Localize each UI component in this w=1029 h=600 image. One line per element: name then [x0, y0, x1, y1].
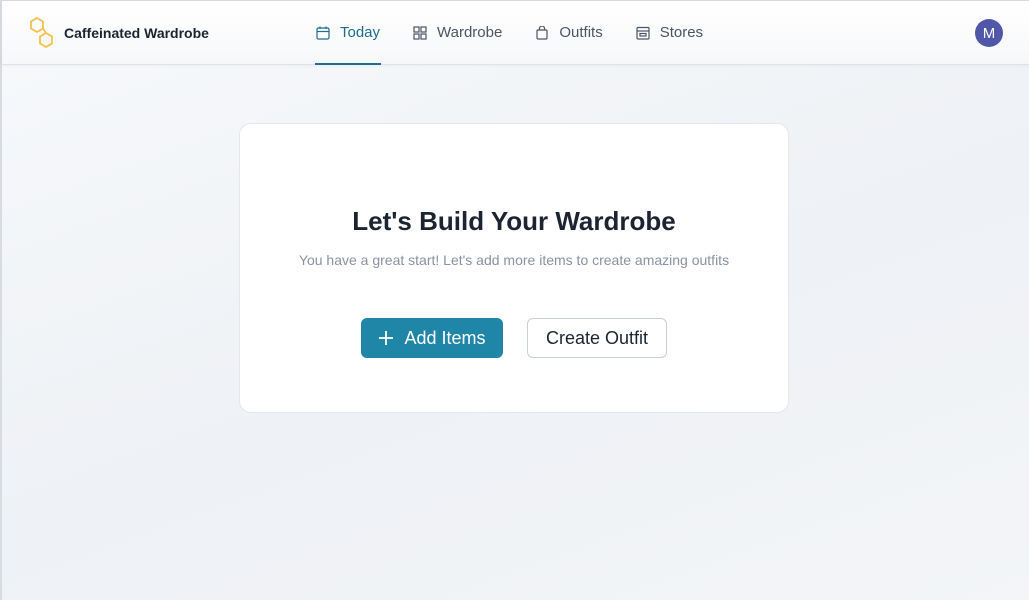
plus-icon	[379, 331, 394, 345]
nav-item-outfits[interactable]: Outfits	[534, 1, 603, 64]
nav-item-label: Today	[340, 24, 381, 41]
empty-state-card: Let's Build Your Wardrobe You have a gre…	[239, 123, 789, 413]
calendar-icon	[316, 26, 330, 40]
card-actions: Add Items Create Outfit	[240, 318, 788, 358]
nav-item-today[interactable]: Today	[315, 1, 382, 65]
brand-name: Caffeinated Wardrobe	[64, 25, 209, 41]
user-avatar[interactable]: M	[975, 19, 1003, 47]
main-nav: Today Wardrobe Outfits Stores	[315, 1, 735, 65]
nav-item-wardrobe[interactable]: Wardrobe	[412, 1, 503, 64]
shopping-bag-icon	[536, 25, 548, 40]
page-subtitle: You have a great start! Let's add more i…	[298, 252, 730, 268]
brand[interactable]: Caffeinated Wardrobe	[28, 17, 209, 49]
nav-item-label: Outfits	[559, 24, 603, 41]
grid-icon	[413, 25, 427, 40]
top-navigation-bar: Caffeinated Wardrobe Today Wardrobe Outf…	[2, 1, 1029, 65]
create-outfit-button[interactable]: Create Outfit	[527, 318, 667, 358]
add-items-button[interactable]: Add Items	[361, 318, 503, 358]
store-icon	[636, 26, 650, 40]
nav-item-label: Stores	[659, 24, 704, 41]
nav-item-stores[interactable]: Stores	[635, 1, 704, 64]
create-outfit-label: Create Outfit	[545, 327, 649, 348]
avatar-initial: M	[982, 24, 996, 42]
hexagon-logo-icon	[30, 17, 53, 49]
page-title: Let's Build Your Wardrobe	[352, 206, 676, 236]
nav-item-label: Wardrobe	[437, 24, 503, 41]
add-items-label: Add Items	[404, 327, 486, 348]
